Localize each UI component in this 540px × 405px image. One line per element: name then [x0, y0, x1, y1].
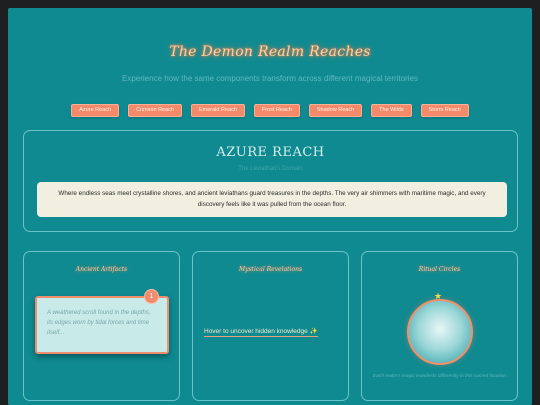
revelations-card-title: Mystical Revelations — [238, 266, 303, 273]
nav-button-storm-reach[interactable]: Storm Reach — [420, 104, 469, 117]
realm-nav: Azure Reach Crimson Reach Emerald Reach … — [8, 104, 532, 117]
star-icon: ★ — [434, 292, 443, 302]
page-title: The Demon Realm Reaches — [169, 44, 371, 60]
nav-button-frost-reach[interactable]: Frost Reach — [253, 104, 300, 117]
hidden-knowledge-link[interactable]: Hover to uncover hidden knowledge ✨ — [204, 327, 318, 337]
artifact-count-badge: 1 — [144, 289, 159, 304]
artifacts-card: Ancient Artifacts A weathered scroll fou… — [23, 251, 180, 401]
nav-button-the-wilds[interactable]: The Wilds — [371, 104, 412, 117]
app-frame: The Demon Realm Reaches Experience how t… — [8, 8, 532, 405]
nav-button-crimson-reach[interactable]: Crimson Reach — [128, 104, 182, 117]
ritual-card: Ritual Circles ★ Each realm's magic mani… — [361, 251, 518, 401]
artifact-scroll[interactable]: A weathered scroll found in the depths, … — [35, 296, 169, 354]
revelations-card: Mystical Revelations Hover to uncover hi… — [192, 251, 349, 401]
ritual-caption: Each realm's magic manifests differently… — [372, 374, 507, 379]
ritual-circle-orb[interactable] — [407, 299, 473, 365]
ritual-card-title: Ritual Circles — [418, 266, 461, 273]
page-subtitle: Experience how the same components trans… — [122, 74, 418, 83]
realm-subtitle: The Leviathan's Domain — [238, 166, 303, 172]
realm-description: Where endless seas meet crystalline shor… — [37, 182, 507, 217]
nav-button-emerald-reach[interactable]: Emerald Reach — [190, 104, 245, 117]
realm-hero-panel: AZURE REACH The Leviathan's Domain Where… — [23, 130, 518, 232]
artifacts-card-title: Ancient Artifacts — [75, 266, 128, 273]
realm-title: AZURE REACH — [216, 145, 325, 160]
nav-button-azure-reach[interactable]: Azure Reach — [71, 104, 120, 117]
nav-button-shadow-reach[interactable]: Shadow Reach — [308, 104, 363, 117]
